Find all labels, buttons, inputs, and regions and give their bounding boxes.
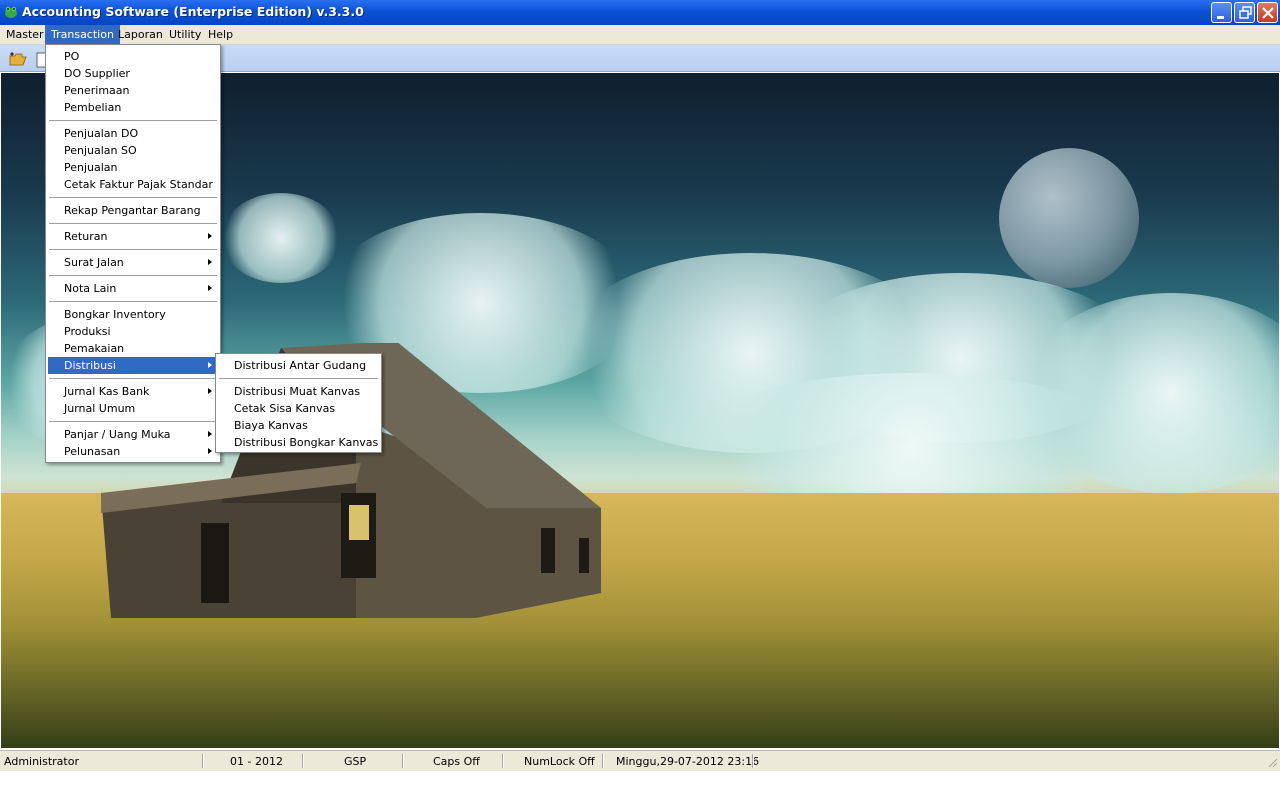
status-separator: [752, 754, 753, 768]
menu-separator: [49, 223, 217, 224]
menu-item-po[interactable]: PO: [48, 48, 218, 65]
distribusi-submenu: Distribusi Antar Gudang Distribusi Muat …: [215, 353, 382, 453]
menu-item-jurnal-umum[interactable]: Jurnal Umum: [48, 400, 218, 417]
frog-app-icon: [5, 6, 17, 18]
menu-item-label: Panjar / Uang Muka: [64, 428, 171, 441]
status-caps: Caps Off: [433, 755, 480, 768]
restore-button[interactable]: [1234, 2, 1255, 23]
status-user: Administrator: [4, 755, 79, 768]
menu-item-label: Pelunasan: [64, 445, 121, 458]
menu-master[interactable]: Master: [0, 25, 50, 44]
close-button[interactable]: [1257, 2, 1278, 23]
menu-separator: [49, 301, 217, 302]
menu-item-pelunasan[interactable]: Pelunasan: [48, 443, 218, 460]
menu-separator: [49, 378, 217, 379]
submenu-arrow-icon: [208, 388, 212, 394]
title-bar[interactable]: Accounting Software (Enterprise Edition)…: [0, 0, 1280, 25]
menu-item-distribusi[interactable]: Distribusi: [48, 357, 218, 374]
menu-item-penjualan-so[interactable]: Penjualan SO: [48, 142, 218, 159]
menu-separator: [49, 120, 217, 121]
submenu-item-cetak-sisa-kanvas[interactable]: Cetak Sisa Kanvas: [218, 400, 379, 417]
status-separator: [502, 754, 503, 768]
menu-item-penjualan-do[interactable]: Penjualan DO: [48, 125, 218, 142]
restore-icon: [1239, 6, 1252, 19]
menu-item-surat-jalan[interactable]: Surat Jalan: [48, 254, 218, 271]
menu-item-label: Surat Jalan: [64, 256, 124, 269]
menu-item-returan[interactable]: Returan: [48, 228, 218, 245]
submenu-arrow-icon: [208, 233, 212, 239]
minimize-button[interactable]: [1211, 2, 1232, 23]
menu-item-label: Distribusi: [64, 359, 116, 372]
submenu-arrow-icon: [208, 285, 212, 291]
menu-separator: [49, 275, 217, 276]
menu-item-produksi[interactable]: Produksi: [48, 323, 218, 340]
close-icon: [1262, 7, 1274, 19]
menu-item-bongkar-inventory[interactable]: Bongkar Inventory: [48, 306, 218, 323]
submenu-item-muat-kanvas[interactable]: Distribusi Muat Kanvas: [218, 383, 379, 400]
submenu-item-biaya-kanvas[interactable]: Biaya Kanvas: [218, 417, 379, 434]
submenu-arrow-icon: [208, 431, 212, 437]
menu-help[interactable]: Help: [202, 25, 239, 44]
menu-separator: [49, 249, 217, 250]
transaction-dropdown: PO DO Supplier Penerimaan Pembelian Penj…: [45, 44, 221, 463]
status-separator: [202, 754, 203, 768]
status-numlock: NumLock Off: [524, 755, 595, 768]
status-separator: [302, 754, 303, 768]
menu-item-pembelian[interactable]: Pembelian: [48, 99, 218, 116]
menu-item-label: Returan: [64, 230, 108, 243]
menu-item-jurnal-kas-bank[interactable]: Jurnal Kas Bank: [48, 383, 218, 400]
status-datetime: Minggu,29-07-2012 23:16: [616, 755, 760, 768]
submenu-arrow-icon: [208, 259, 212, 265]
menu-item-panjar[interactable]: Panjar / Uang Muka: [48, 426, 218, 443]
menu-item-nota-lain[interactable]: Nota Lain: [48, 280, 218, 297]
status-separator: [602, 754, 603, 768]
resize-grip-icon[interactable]: [1266, 756, 1278, 768]
menu-separator: [49, 421, 217, 422]
submenu-item-antar-gudang[interactable]: Distribusi Antar Gudang: [218, 357, 379, 374]
status-separator: [402, 754, 403, 768]
menu-item-label: Nota Lain: [64, 282, 117, 295]
status-period: 01 - 2012: [230, 755, 283, 768]
minimize-icon: [1217, 16, 1224, 19]
menu-item-cetak-faktur-pajak[interactable]: Cetak Faktur Pajak Standar: [48, 176, 218, 193]
submenu-arrow-icon: [208, 448, 212, 454]
menu-utility[interactable]: Utility: [163, 25, 207, 44]
status-company: GSP: [344, 755, 367, 768]
window-title: Accounting Software (Enterprise Edition)…: [22, 4, 364, 19]
menu-item-penerimaan[interactable]: Penerimaan: [48, 82, 218, 99]
menu-separator: [49, 197, 217, 198]
menu-item-do-supplier[interactable]: DO Supplier: [48, 65, 218, 82]
moon-image: [999, 148, 1139, 288]
menu-item-pemakaian[interactable]: Pemakaian: [48, 340, 218, 357]
menu-transaction[interactable]: Transaction: [45, 25, 120, 44]
submenu-item-bongkar-kanvas[interactable]: Distribusi Bongkar Kanvas: [218, 434, 379, 451]
menu-item-penjualan[interactable]: Penjualan: [48, 159, 218, 176]
menu-laporan[interactable]: Laporan: [112, 25, 169, 44]
submenu-arrow-icon: [208, 362, 212, 368]
status-bar: Administrator 01 - 2012 GSP Caps Off Num…: [0, 750, 1280, 771]
menu-item-rekap-pengantar[interactable]: Rekap Pengantar Barang: [48, 202, 218, 219]
menu-separator: [219, 378, 378, 379]
open-folder-icon[interactable]: [8, 50, 28, 68]
menu-item-label: Jurnal Kas Bank: [64, 385, 150, 398]
menu-bar: Master Transaction Laporan Utility Help: [0, 25, 1280, 45]
